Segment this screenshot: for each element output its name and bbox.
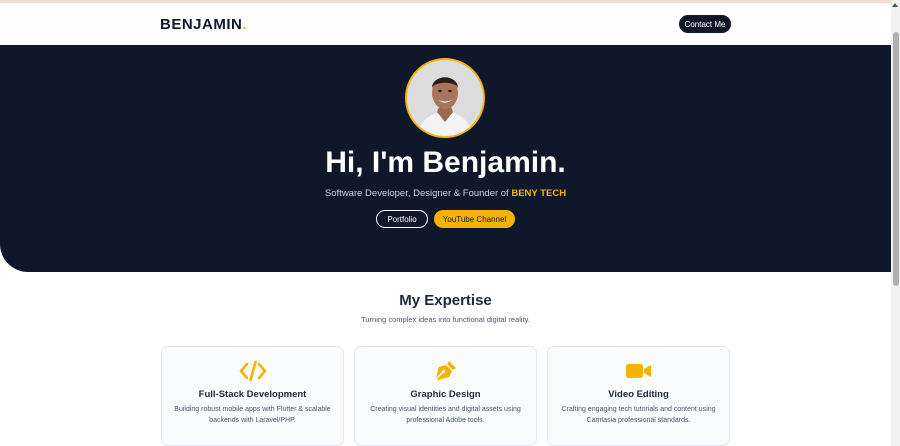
contact-button[interactable]: Contact Me xyxy=(679,15,731,33)
expertise-subtitle: Turning complex ideas into functional di… xyxy=(361,315,530,324)
card-title: Full-Stack Development xyxy=(198,389,307,400)
card-description: Building robust mobile apps with Flutter… xyxy=(174,406,331,424)
logo-text: BENJAMIN xyxy=(160,16,243,33)
page-scrollbar[interactable] xyxy=(891,0,900,446)
card-description: Creating visual identities and digital a… xyxy=(370,406,521,424)
scrollbar-thumb[interactable] xyxy=(892,32,899,286)
profile-avatar xyxy=(405,58,485,138)
card-description: Crafting engaging tech tutorials and con… xyxy=(561,406,716,424)
logo-dot: . xyxy=(242,16,248,33)
expertise-card-graphic-design: Graphic Design Creating visual identitie… xyxy=(354,346,537,446)
brand-name: BENY TECH xyxy=(511,188,567,199)
scroll-up-arrow-icon[interactable] xyxy=(892,3,898,7)
hero-subtitle: Software Developer, Designer & Founder o… xyxy=(0,188,891,199)
expertise-title: My Expertise xyxy=(399,292,492,309)
expertise-card-fullstack: Full-Stack Development Building robust m… xyxy=(161,346,344,446)
hero-section: Hi, I'm Benjamin. Software Developer, De… xyxy=(0,45,891,272)
video-camera-icon xyxy=(548,359,729,383)
youtube-channel-button[interactable]: YouTube Channel xyxy=(434,210,515,228)
site-logo[interactable]: BENJAMIN. xyxy=(160,16,247,33)
site-header: BENJAMIN. Contact Me xyxy=(0,3,891,45)
portfolio-button[interactable]: Portfolio xyxy=(376,210,428,228)
expertise-card-video-editing: Video Editing Crafting engaging tech tut… xyxy=(547,346,730,446)
hero-title: Hi, I'm Benjamin. xyxy=(325,146,566,179)
hero-subtitle-text: Software Developer, Designer & Founder o… xyxy=(324,188,512,199)
card-title: Video Editing xyxy=(608,389,669,400)
code-icon xyxy=(162,359,343,383)
card-title: Graphic Design xyxy=(410,389,481,400)
pen-nib-icon xyxy=(355,359,536,383)
